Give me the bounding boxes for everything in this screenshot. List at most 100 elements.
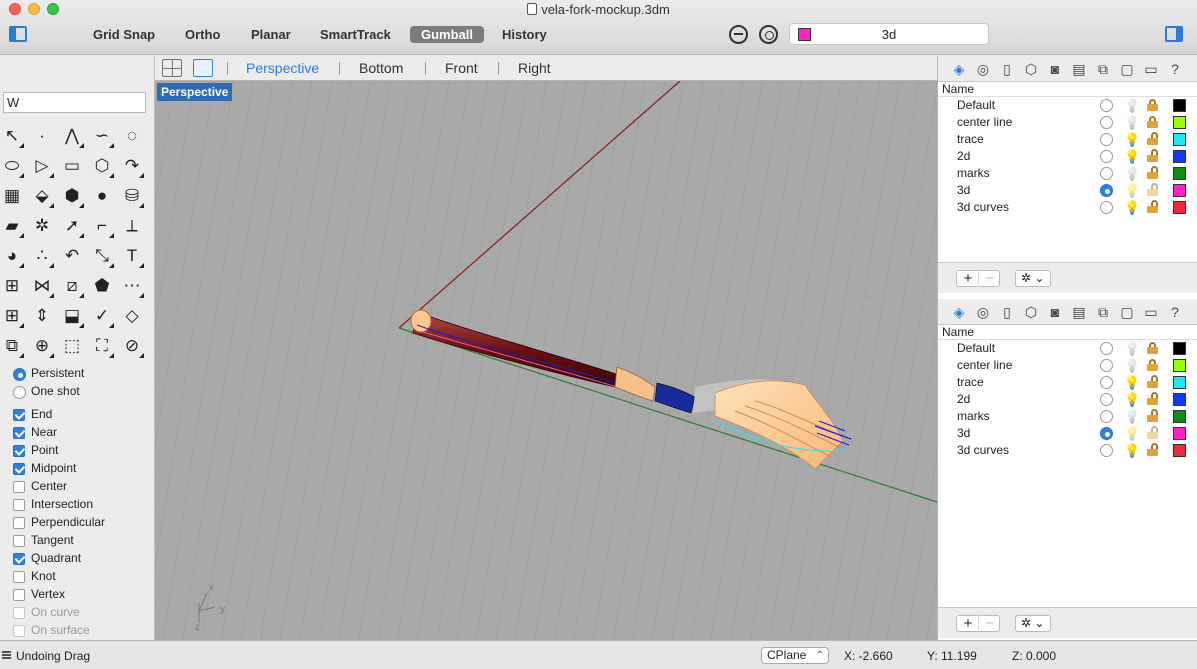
layer-row-center-line[interactable]: center line 💡 [938, 357, 1197, 374]
mesh-icon[interactable]: ⧉ [0, 334, 24, 358]
perspective-viewport[interactable]: x y z Perspective [155, 81, 937, 640]
circle-icon[interactable]: ◌ [120, 124, 144, 148]
text-icon[interactable]: T [120, 244, 144, 268]
left-sidebar-toggle-icon[interactable] [9, 26, 27, 42]
layer-row-center-line[interactable]: center line 💡 [938, 114, 1197, 131]
perpendicular-checkbox[interactable] [13, 517, 25, 529]
split-icon[interactable]: ⟂ [120, 214, 144, 238]
add-layer-button[interactable]: + [957, 615, 979, 632]
zoom-selected-icon[interactable]: ⊘ [120, 334, 144, 358]
layer-row-3d[interactable]: 3d 💡 [938, 425, 1197, 442]
visibility-bulb-icon[interactable]: 💡 [1124, 341, 1140, 356]
end-checkbox[interactable] [13, 409, 25, 421]
layers-icon[interactable]: ◈ [951, 304, 967, 320]
paint-icon[interactable]: ⧄ [60, 274, 84, 298]
current-layer-radio[interactable] [1100, 167, 1113, 180]
camera-icon[interactable]: ◙ [1047, 304, 1063, 320]
render-icon[interactable]: ⧉ [1095, 61, 1111, 77]
solid-edit-icon[interactable]: ⬟ [90, 274, 114, 298]
midpoint-checkbox[interactable] [13, 463, 25, 475]
lock-icon[interactable] [1147, 99, 1158, 111]
scale-icon[interactable]: ⤡ [90, 244, 114, 268]
current-layer-radio[interactable] [1100, 427, 1113, 440]
help-icon[interactable]: ? [1167, 304, 1183, 320]
visibility-bulb-icon[interactable]: 💡 [1124, 409, 1140, 424]
analyze-icon[interactable]: ◇ [120, 304, 144, 328]
current-layer-radio[interactable] [1100, 342, 1113, 355]
layer-options-gear-button[interactable]: ✲ ⌄ [1015, 270, 1051, 287]
visibility-bulb-icon[interactable]: 💡 [1124, 426, 1140, 441]
rectangle-icon[interactable]: ▭ [60, 154, 84, 178]
layer-color-swatch[interactable] [1173, 359, 1186, 372]
layer-color-swatch[interactable] [1173, 201, 1186, 214]
layer-color-swatch[interactable] [1173, 133, 1186, 146]
grid-snap-button[interactable]: Grid Snap [82, 26, 166, 43]
center-checkbox[interactable] [13, 481, 25, 493]
lock-icon[interactable] [1147, 166, 1158, 179]
monitor-icon[interactable]: ▭ [1143, 61, 1159, 77]
current-layer-radio[interactable] [1100, 376, 1113, 389]
polygon-icon[interactable]: ⬡ [90, 154, 114, 178]
trim-icon[interactable]: ⌐ [90, 214, 114, 238]
arc-icon[interactable]: ▷ [30, 154, 54, 178]
layer-color-swatch[interactable] [1173, 99, 1186, 112]
dimension-icon[interactable]: ⋯ [120, 274, 144, 298]
one-shot-radio[interactable] [13, 386, 26, 399]
panel-icon[interactable]: ▢ [1119, 304, 1135, 320]
intersection-checkbox[interactable] [13, 499, 25, 511]
visibility-bulb-icon[interactable]: 💡 [1124, 358, 1140, 373]
four-viewports-icon[interactable] [162, 59, 182, 77]
layer-row-trace[interactable]: trace 💡 [938, 131, 1197, 148]
display-icon[interactable]: ▤ [1071, 304, 1087, 320]
point-icon[interactable]: · [30, 124, 54, 148]
group-icon[interactable]: ∴ [30, 244, 54, 268]
align-icon[interactable]: ⇕ [30, 304, 54, 328]
render-icon[interactable]: ⧉ [1095, 304, 1111, 320]
osnap-icon[interactable] [729, 25, 748, 44]
layer-row-3d-curves[interactable]: 3d curves 💡 [938, 199, 1197, 216]
remove-layer-button[interactable]: − [978, 615, 1000, 632]
current-layer-radio[interactable] [1100, 133, 1113, 146]
layer-color-swatch[interactable] [1173, 167, 1186, 180]
visibility-bulb-icon[interactable]: 💡 [1124, 149, 1140, 164]
check-icon[interactable]: ✓ [90, 304, 114, 328]
display-icon[interactable]: ▤ [1071, 61, 1087, 77]
loft-icon[interactable]: ⬙ [30, 184, 54, 208]
visibility-bulb-icon[interactable]: 💡 [1124, 375, 1140, 390]
current-layer-radio[interactable] [1100, 99, 1113, 112]
planar-button[interactable]: Planar [240, 26, 302, 43]
viewport-canvas[interactable]: x y z [155, 81, 937, 640]
cylinder-icon[interactable]: ⛁ [120, 184, 144, 208]
current-layer-radio[interactable] [1100, 393, 1113, 406]
remove-layer-button[interactable]: − [978, 270, 1000, 287]
layer-color-swatch[interactable] [1173, 410, 1186, 423]
gumball-icon[interactable]: ⬓ [60, 304, 84, 328]
point-checkbox[interactable] [13, 445, 25, 457]
properties-icon[interactable]: ▯ [999, 304, 1015, 320]
layer-row-default[interactable]: Default 💡 [938, 97, 1197, 114]
current-layer-selector[interactable]: 3d [789, 23, 989, 45]
select-arrow-icon[interactable]: ↖ [0, 124, 24, 148]
persistent-radio[interactable] [13, 368, 26, 381]
explode-icon[interactable]: ➚ [60, 214, 84, 238]
materials-icon[interactable]: ◎ [975, 304, 991, 320]
monitor-icon[interactable]: ▭ [1143, 304, 1159, 320]
current-layer-radio[interactable] [1100, 201, 1113, 214]
viewport-title-label[interactable]: Perspective [157, 83, 233, 101]
layer-options-gear-button[interactable]: ✲ ⌄ [1015, 615, 1051, 632]
layer-row-marks[interactable]: marks 💡 [938, 408, 1197, 425]
tab-right[interactable]: Right [518, 60, 551, 76]
near-checkbox[interactable] [13, 427, 25, 439]
tab-bottom[interactable]: Bottom [359, 60, 403, 76]
camera-icon[interactable]: ◙ [1047, 61, 1063, 77]
lock-icon[interactable] [1147, 426, 1158, 439]
visibility-bulb-icon[interactable]: 💡 [1124, 132, 1140, 147]
lock-icon[interactable] [1147, 409, 1158, 422]
single-viewport-icon[interactable] [193, 59, 213, 77]
record-history-icon[interactable] [759, 25, 778, 44]
lock-icon[interactable] [1147, 392, 1158, 405]
lock-icon[interactable] [1147, 183, 1158, 196]
quadrant-checkbox[interactable] [13, 553, 25, 565]
layer-row-2d[interactable]: 2d 💡 [938, 148, 1197, 165]
vertex-checkbox[interactable] [13, 589, 25, 601]
